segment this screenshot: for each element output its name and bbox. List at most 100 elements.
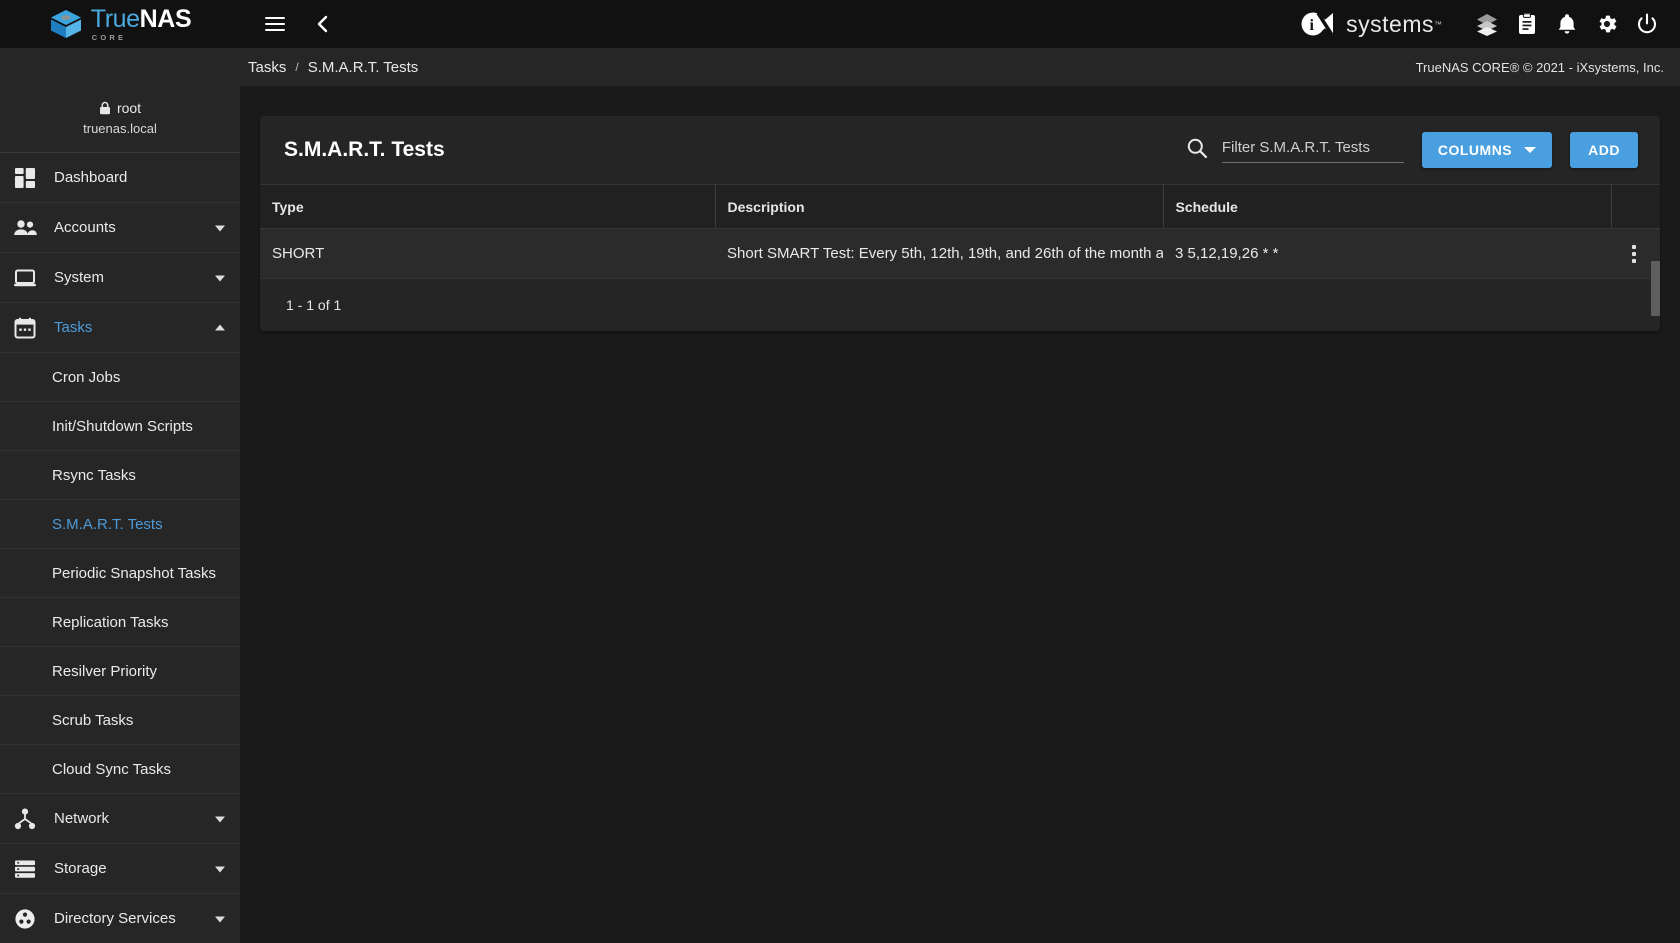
sidebar-subitem-label: Periodic Snapshot Tasks: [52, 564, 216, 582]
menu-toggle-button[interactable]: [258, 7, 292, 41]
column-header-actions: [1611, 184, 1660, 229]
sidebar-item-cron-jobs[interactable]: Cron Jobs: [0, 353, 240, 402]
sidebar-subitem-label: Cron Jobs: [52, 368, 121, 386]
table-row[interactable]: SHORT Short SMART Test: Every 5th, 12th,…: [260, 228, 1660, 279]
user-info-block: root truenas.local: [0, 86, 240, 153]
sidebar-navigation: root truenas.local Dashboard Accounts Sy…: [0, 86, 240, 943]
notifications-button[interactable]: [1550, 7, 1584, 41]
power-button[interactable]: [1630, 7, 1664, 41]
copyright-text: TrueNAS CORE® © 2021 - iXsystems, Inc.: [1415, 59, 1664, 75]
task-manager-button[interactable]: [1510, 7, 1544, 41]
breadcrumb-separator: /: [295, 60, 299, 74]
chevron-down-icon: [215, 275, 225, 281]
jobs-manager-icon: [1477, 14, 1497, 36]
sidebar-item-directory-services[interactable]: Directory Services: [0, 894, 240, 943]
pagination: 1 - 1 of 1: [260, 279, 1660, 331]
smart-tests-card: S.M.A.R.T. Tests COLUMNS AD: [260, 116, 1660, 331]
add-button[interactable]: ADD: [1570, 132, 1638, 168]
accounts-icon: [12, 218, 38, 238]
sidebar-item-rsync-tasks[interactable]: Rsync Tasks: [0, 451, 240, 500]
svg-text:i: i: [1310, 17, 1315, 34]
sidebar-item-label: Accounts: [54, 219, 116, 236]
settings-button[interactable]: [1590, 7, 1624, 41]
cell-type: SHORT: [260, 228, 715, 279]
breadcrumb-item-tasks[interactable]: Tasks: [248, 59, 286, 76]
search-input[interactable]: [1221, 137, 1404, 163]
sidebar-subitem-label: Scrub Tasks: [52, 711, 134, 729]
smart-tests-table: Type Description Schedule SHORT Short SM…: [260, 184, 1660, 279]
column-header-type[interactable]: Type: [260, 184, 716, 229]
sidebar-item-label: Network: [54, 810, 110, 827]
chevron-down-icon: [1524, 147, 1537, 153]
sidebar-item-smart-tests[interactable]: S.M.A.R.T. Tests: [0, 500, 240, 549]
search-icon[interactable]: [1186, 137, 1208, 159]
truenas-logo[interactable]: TrueNAS CORE: [0, 0, 240, 48]
card-scrollbar[interactable]: [1651, 261, 1660, 316]
main-content: S.M.A.R.T. Tests COLUMNS AD: [240, 86, 1680, 943]
sidebar-item-cloud-sync-tasks[interactable]: Cloud Sync Tasks: [0, 745, 240, 794]
columns-button[interactable]: COLUMNS: [1421, 132, 1553, 168]
sidebar-item-resilver-priority[interactable]: Resilver Priority: [0, 647, 240, 696]
sidebar-item-label: System: [54, 269, 105, 286]
sidebar-subitem-label: S.M.A.R.T. Tests: [52, 515, 163, 533]
ixsystems-mark-icon: i: [1301, 12, 1334, 36]
cell-description: Short SMART Test: Every 5th, 12th, 19th,…: [715, 228, 1163, 279]
breadcrumb-bar: Tasks / S.M.A.R.T. Tests TrueNAS CORE® ©…: [0, 48, 1680, 86]
sidebar-subitem-label: Rsync Tasks: [52, 466, 136, 484]
sidebar-subitem-label: Cloud Sync Tasks: [52, 760, 171, 778]
back-button[interactable]: [306, 7, 340, 41]
sidebar-item-tasks[interactable]: Tasks: [0, 303, 240, 353]
logo-edition: CORE: [91, 32, 127, 42]
top-app-bar: TrueNAS CORE i systems ™: [0, 0, 1680, 48]
sidebar-item-label: Tasks: [54, 319, 93, 336]
dashboard-icon: [12, 167, 38, 189]
chevron-down-icon: [215, 816, 225, 822]
clipboard-icon: [1519, 13, 1535, 34]
page-title: S.M.A.R.T. Tests: [284, 138, 445, 161]
add-button-label: ADD: [1588, 142, 1620, 158]
table-header: Type Description Schedule: [260, 184, 1660, 229]
column-header-schedule[interactable]: Schedule: [1163, 184, 1612, 229]
gear-icon: [1599, 15, 1617, 33]
ixsystems-logo: i systems ™: [1300, 9, 1442, 39]
sidebar-item-storage[interactable]: Storage: [0, 844, 240, 894]
bell-icon: [1558, 14, 1576, 34]
chevron-down-icon: [215, 225, 225, 231]
username-label: root: [116, 100, 142, 116]
network-icon: [12, 808, 38, 830]
sidebar-item-network[interactable]: Network: [0, 794, 240, 844]
hostname-label: truenas.local: [83, 121, 157, 136]
chevron-left-icon: [317, 15, 328, 33]
sidebar-item-system[interactable]: System: [0, 253, 240, 303]
truenas-cube-icon: [50, 10, 81, 38]
tasks-calendar-icon: [12, 317, 38, 339]
storage-icon: [12, 858, 38, 880]
chevron-down-icon: [215, 916, 225, 922]
sidebar-item-label: Storage: [54, 860, 107, 877]
sidebar-item-scrub-tasks[interactable]: Scrub Tasks: [0, 696, 240, 745]
jobs-manager-button[interactable]: [1470, 7, 1504, 41]
breadcrumb-item-current: S.M.A.R.T. Tests: [307, 58, 419, 76]
sidebar-item-accounts[interactable]: Accounts: [0, 203, 240, 253]
breadcrumb: Tasks / S.M.A.R.T. Tests: [248, 59, 418, 76]
sidebar-item-periodic-snapshot-tasks[interactable]: Periodic Snapshot Tasks: [0, 549, 240, 598]
table-body: SHORT Short SMART Test: Every 5th, 12th,…: [260, 228, 1660, 279]
sidebar-item-init-shutdown-scripts[interactable]: Init/Shutdown Scripts: [0, 402, 240, 451]
chevron-up-icon: [215, 324, 225, 330]
pagination-label: 1 - 1 of 1: [286, 297, 342, 313]
sidebar-item-replication-tasks[interactable]: Replication Tasks: [0, 598, 240, 647]
directory-services-icon: [12, 908, 38, 930]
menu-icon: [265, 17, 285, 31]
columns-button-label: COLUMNS: [1437, 142, 1513, 158]
sidebar-item-label: Dashboard: [54, 169, 128, 186]
filter-search: [1186, 137, 1404, 163]
cell-schedule: 3 5,12,19,26 * *: [1163, 228, 1611, 279]
ixsystems-wordmark: systems: [1346, 10, 1434, 37]
sidebar-item-dashboard[interactable]: Dashboard: [0, 153, 240, 203]
logo-wordmark: TrueNAS: [90, 4, 192, 33]
sidebar-subitem-label: Resilver Priority: [52, 662, 158, 680]
column-header-description[interactable]: Description: [715, 184, 1164, 229]
more-vertical-icon[interactable]: [1623, 239, 1645, 269]
page-shell: root truenas.local Dashboard Accounts Sy…: [0, 86, 1680, 943]
lock-icon: [99, 101, 110, 115]
